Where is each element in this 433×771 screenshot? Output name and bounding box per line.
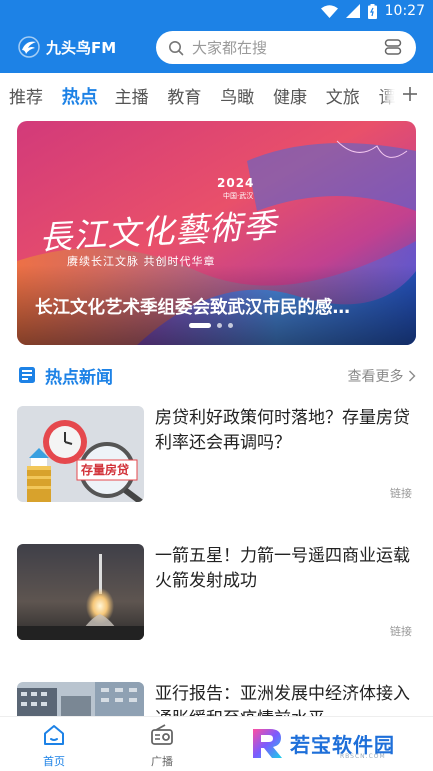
carousel-indicator [189, 323, 233, 328]
news-title: 亚行报告：亚洲发展中经济体接入通胀缓和至疫情前水平 [155, 684, 410, 716]
plus-icon [403, 87, 417, 101]
news-thumbnail [17, 544, 144, 640]
wifi-icon [320, 4, 338, 18]
banner-year: 2024 [217, 176, 255, 190]
news-item[interactable]: 一箭五星！力箭一号遥四商业运载火箭发射成功 链接 [17, 544, 416, 642]
search-bar[interactable] [156, 31, 416, 64]
nav-home[interactable]: 首页 [24, 723, 84, 769]
watermark: 若宝软件园 RBSCN.COM [250, 726, 395, 760]
app-name: 九头鸟FM [46, 38, 117, 57]
see-more-label: 查看更多 [347, 369, 404, 385]
news-tag: 链接 [390, 487, 412, 500]
news-item[interactable]: 亚行报告：亚洲发展中经济体接入通胀缓和至疫情前水平 [17, 682, 416, 716]
status-bar: 10:27 [0, 0, 433, 26]
tab-education[interactable]: 教育 [167, 83, 220, 109]
radio-icon [151, 724, 173, 745]
search-icon [169, 40, 184, 55]
news-title: 房贷利好政策何时落地？存量房贷利率还会再调吗？ [155, 408, 410, 453]
carousel-dot-2[interactable] [217, 323, 222, 328]
tab-culture-travel[interactable]: 文旅 [326, 83, 379, 109]
nav-home-label: 首页 [43, 755, 65, 768]
chevron-right-icon [409, 370, 416, 382]
tab-anchor[interactable]: 主播 [115, 83, 168, 109]
section-title: 热点新闻 [45, 368, 113, 388]
news-thumbnail [17, 682, 144, 716]
brand[interactable]: 九头鸟FM [18, 36, 116, 58]
see-more-link[interactable]: 查看更多 [348, 366, 416, 386]
watermark-logo-icon [253, 729, 282, 758]
scan-icon[interactable] [384, 38, 402, 56]
banner-carousel[interactable]: 2024 中国·武汉 長江文化藝術季 赓续长江文脉 共创时代华章 长江文化艺术季… [17, 121, 416, 345]
battery-icon [367, 3, 377, 19]
news-thumbnail: 存量房贷 [17, 406, 144, 502]
tab-health[interactable]: 健康 [273, 83, 326, 109]
app-logo-icon [18, 36, 40, 58]
banner-caption[interactable]: 长江文化艺术季组委会致武汉市民的感… [35, 294, 400, 319]
carousel-dot-1[interactable] [189, 323, 211, 328]
tab-more-button[interactable] [395, 79, 425, 109]
nav-radio-label: 广播 [151, 755, 173, 768]
search-input[interactable] [192, 38, 377, 57]
home-icon [44, 725, 64, 745]
news-tag: 链接 [390, 625, 412, 638]
signal-icon [345, 4, 360, 18]
watermark-sub: RBSCN.COM [340, 753, 386, 760]
thumb-label: 存量房贷 [81, 463, 130, 477]
news-doc-icon [19, 367, 35, 383]
tab-birdview[interactable]: 鸟瞰 [220, 83, 273, 109]
app-header: 10:27 九头鸟FM [0, 0, 433, 73]
nav-radio[interactable]: 广播 [132, 723, 192, 769]
news-item[interactable]: 存量房贷 房贷利好政策何时落地？存量房贷利率还会再调吗？ 链接 [17, 406, 416, 504]
carousel-dot-3[interactable] [228, 323, 233, 328]
tab-hot[interactable]: 热点 [62, 83, 115, 109]
category-tabs: 推荐 热点 主播 教育 鸟瞰 健康 文旅 谭 [0, 73, 433, 119]
status-time: 10:27 [384, 3, 425, 19]
news-title: 一箭五星！力箭一号遥四商业运载火箭发射成功 [155, 546, 410, 591]
tab-recommend[interactable]: 推荐 [9, 83, 62, 109]
hot-news-header: 热点新闻 查看更多 [17, 362, 416, 388]
